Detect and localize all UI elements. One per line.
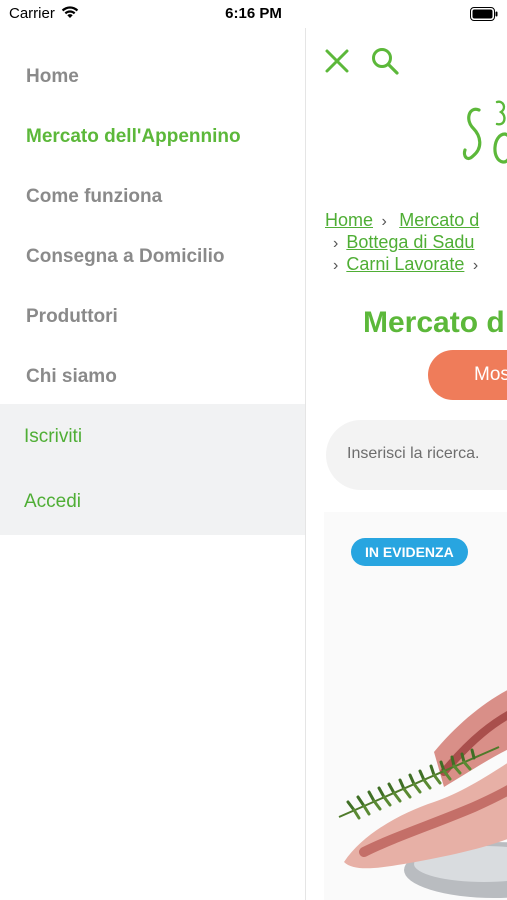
brand-logo[interactable] <box>461 96 507 181</box>
breadcrumb-separator-icon: › <box>468 257 479 274</box>
status-time: 6:16 PM <box>225 5 282 22</box>
breadcrumb-mercato[interactable]: Mercato d <box>399 210 479 230</box>
breadcrumb: Home › Mercato d › Bottega di Sadu › Carni… <box>325 210 486 276</box>
search-placeholder: Inserisci la ricerca. <box>347 445 480 462</box>
battery-icon <box>470 7 498 26</box>
search-icon[interactable] <box>370 46 400 81</box>
auth-section: Iscriviti Accedi <box>0 404 305 535</box>
featured-badge: IN EVIDENZA <box>351 538 468 566</box>
side-menu: Home Mercato dell'Appennino Come funzion… <box>0 28 306 900</box>
close-icon[interactable] <box>324 48 350 79</box>
page-title: Mercato d <box>363 306 505 339</box>
product-image <box>324 602 507 900</box>
status-bar: Carrier 6:16 PM <box>0 0 507 28</box>
breadcrumb-carni[interactable]: Carni Lavorate <box>346 254 464 274</box>
menu-item-chi-siamo[interactable]: Chi siamo <box>26 366 117 388</box>
breadcrumb-separator-icon: › <box>377 213 392 230</box>
menu-item-mercato[interactable]: Mercato dell'Appennino <box>26 126 241 148</box>
breadcrumb-separator-icon: › <box>333 257 339 274</box>
breadcrumb-bottega[interactable]: Bottega di Sadu <box>346 232 474 252</box>
register-link[interactable]: Iscriviti <box>24 426 82 448</box>
product-card[interactable]: IN EVIDENZA <box>324 512 507 900</box>
menu-item-consegna[interactable]: Consegna a Domicilio <box>26 246 224 268</box>
show-button[interactable]: Mos <box>428 350 507 400</box>
menu-item-home[interactable]: Home <box>26 66 79 88</box>
menu-item-come-funziona[interactable]: Come funziona <box>26 186 162 208</box>
main-content: Home › Mercato d › Bottega di Sadu › Carni… <box>306 28 507 900</box>
search-input[interactable]: Inserisci la ricerca. <box>326 420 507 490</box>
login-link[interactable]: Accedi <box>24 491 81 513</box>
breadcrumb-home[interactable]: Home <box>325 210 373 230</box>
breadcrumb-separator-icon: › <box>333 235 339 252</box>
menu-item-produttori[interactable]: Produttori <box>26 306 118 328</box>
